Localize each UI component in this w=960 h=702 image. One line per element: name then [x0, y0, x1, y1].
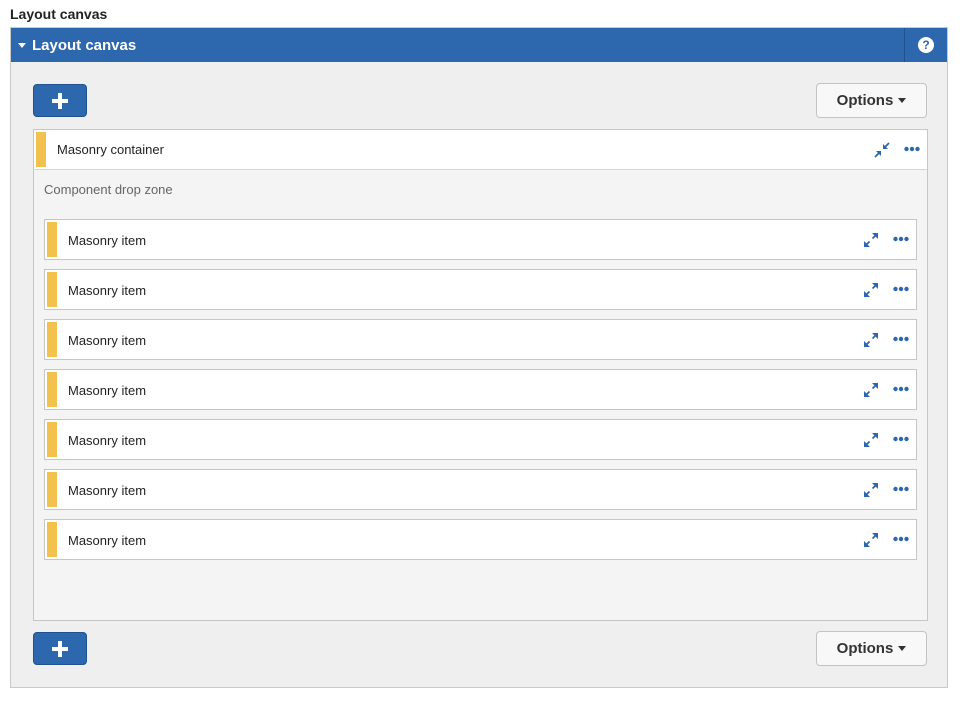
- options-button-top[interactable]: Options: [816, 83, 927, 118]
- drag-handle[interactable]: [47, 322, 57, 357]
- drag-handle[interactable]: [47, 222, 57, 257]
- masonry-item[interactable]: Masonry item: [44, 269, 917, 310]
- expand-arrows-icon[interactable]: [863, 232, 879, 248]
- masonry-item[interactable]: Masonry item: [44, 369, 917, 410]
- more-dots-icon[interactable]: [893, 286, 909, 292]
- more-dots-icon[interactable]: [893, 486, 909, 492]
- layout-canvas-panel: Layout canvas ? Options Masonry containe…: [10, 27, 948, 688]
- panel-header[interactable]: Layout canvas ?: [11, 28, 947, 62]
- more-dots-icon[interactable]: [893, 386, 909, 392]
- panel-title: Layout canvas: [32, 36, 137, 54]
- drag-handle[interactable]: [47, 472, 57, 507]
- drag-handle[interactable]: [47, 272, 57, 307]
- masonry-item-label: Masonry item: [68, 483, 147, 498]
- masonry-item[interactable]: Masonry item: [44, 219, 917, 260]
- options-label: Options: [836, 640, 894, 657]
- masonry-item[interactable]: Masonry item: [44, 419, 917, 460]
- help-button[interactable]: ?: [904, 28, 947, 62]
- page-label: Layout canvas: [10, 6, 108, 22]
- help-circle-icon: ?: [918, 37, 934, 53]
- plus-icon: [52, 92, 68, 109]
- chevron-down-icon: [898, 646, 907, 651]
- masonry-item-label: Masonry item: [68, 533, 147, 548]
- masonry-item[interactable]: Masonry item: [44, 319, 917, 360]
- caret-down-icon[interactable]: [18, 42, 26, 48]
- masonry-item[interactable]: Masonry item: [44, 519, 917, 560]
- more-dots-icon[interactable]: [893, 236, 909, 242]
- expand-arrows-icon[interactable]: [863, 432, 879, 448]
- masonry-item-label: Masonry item: [68, 283, 147, 298]
- masonry-item[interactable]: Masonry item: [44, 469, 917, 510]
- expand-arrows-icon[interactable]: [863, 482, 879, 498]
- options-label: Options: [836, 92, 894, 109]
- more-dots-icon[interactable]: [893, 336, 909, 342]
- masonry-item-label: Masonry item: [68, 333, 147, 348]
- collapse-arrows-icon[interactable]: [874, 142, 890, 158]
- masonry-item-label: Masonry item: [68, 233, 147, 248]
- drag-handle[interactable]: [47, 422, 57, 457]
- plus-icon: [52, 640, 68, 657]
- expand-arrows-icon[interactable]: [863, 532, 879, 548]
- more-dots-icon[interactable]: [893, 536, 909, 542]
- masonry-item-label: Masonry item: [68, 383, 147, 398]
- expand-arrows-icon[interactable]: [863, 332, 879, 348]
- masonry-container: Masonry container Component drop zone Ma…: [33, 129, 928, 621]
- component-drop-zone[interactable]: Component drop zone: [44, 182, 173, 197]
- masonry-container-title: Masonry container: [57, 142, 164, 157]
- add-component-button-top[interactable]: [33, 84, 87, 117]
- options-button-bottom[interactable]: Options: [816, 631, 927, 666]
- masonry-container-header[interactable]: Masonry container: [34, 130, 927, 170]
- chevron-down-icon: [898, 98, 907, 103]
- drag-handle[interactable]: [47, 522, 57, 557]
- drag-handle[interactable]: [36, 132, 46, 167]
- expand-arrows-icon[interactable]: [863, 382, 879, 398]
- expand-arrows-icon[interactable]: [863, 282, 879, 298]
- more-dots-icon[interactable]: [893, 436, 909, 442]
- masonry-item-label: Masonry item: [68, 433, 147, 448]
- more-dots-icon[interactable]: [904, 146, 920, 152]
- drag-handle[interactable]: [47, 372, 57, 407]
- add-component-button-bottom[interactable]: [33, 632, 87, 665]
